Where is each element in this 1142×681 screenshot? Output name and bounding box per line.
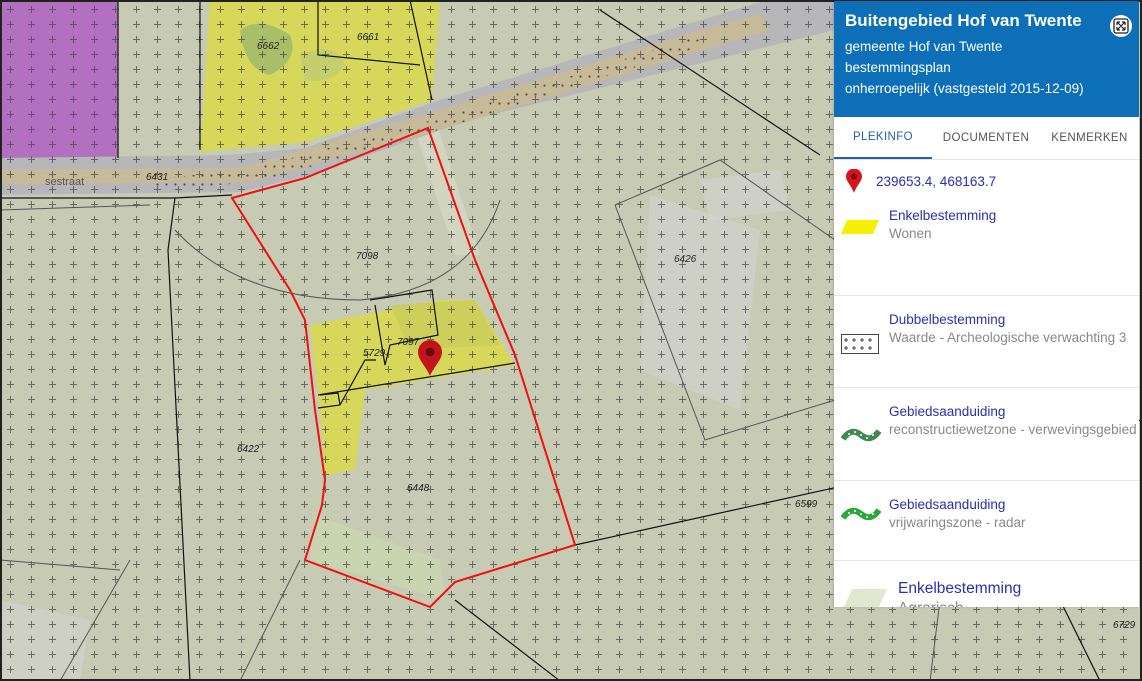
yellow-parallelogram-icon xyxy=(841,220,879,234)
parcel-label-7098: 7098 xyxy=(356,251,379,262)
parcel-label-6661: 6661 xyxy=(357,32,379,43)
parcel-label-6662: 6662 xyxy=(257,41,280,52)
plan-title: Buitengebied Hof van Twente xyxy=(845,11,1082,30)
parcel-label-7097: 7097 xyxy=(397,337,420,348)
parcel-label-6426: 6426 xyxy=(674,254,697,265)
tab-plekinfo[interactable]: PLEKINFO xyxy=(834,117,932,159)
item-value: reconstructiewetzone - verwevingsgebied xyxy=(889,422,1137,437)
info-panel: Buitengebied Hof van Twente gemeente Hof… xyxy=(834,1,1139,607)
location-pin-icon xyxy=(846,169,862,193)
green-dotted-band-icon xyxy=(841,428,881,442)
street-label: sestraat xyxy=(45,176,84,188)
plan-type: bestemmingsplan xyxy=(845,60,951,75)
item-title[interactable]: Gebiedsaanduiding xyxy=(889,496,1137,514)
item-value: Agrarisch xyxy=(898,599,1137,607)
coordinates-row: 239653.4, 468163.7 xyxy=(834,160,1139,202)
parcel-label-5729: 5729 xyxy=(363,348,386,359)
panel-tabs: PLEKINFO DOCUMENTEN KENMERKEN xyxy=(834,117,1139,160)
item-value: Wonen xyxy=(889,226,932,241)
list-item: Gebiedsaanduiding reconstructiewetzone -… xyxy=(834,388,1139,481)
tab-documenten[interactable]: DOCUMENTEN xyxy=(932,117,1040,159)
cross-hatch-box-icon xyxy=(841,334,879,354)
pale-green-parallelogram-icon xyxy=(844,589,887,607)
list-item: Enkelbestemming Wonen xyxy=(834,202,1139,296)
item-value: vrijwaringszone - radar xyxy=(889,515,1026,530)
item-title[interactable]: Gebiedsaanduiding xyxy=(889,403,1137,421)
expand-icon xyxy=(1113,18,1129,34)
coordinates[interactable]: 239653.4, 468163.7 xyxy=(876,174,996,189)
plan-status: onherroepelijk (vastgesteld 2015-12-09) xyxy=(845,81,1084,96)
parcel-label-6599: 6599 xyxy=(795,499,818,510)
parcel-label-6431: 6431 xyxy=(146,172,168,183)
item-title[interactable]: Enkelbestemming xyxy=(898,579,1137,599)
expand-button[interactable] xyxy=(1110,15,1132,37)
tab-kenmerken[interactable]: KENMERKEN xyxy=(1040,117,1139,159)
item-title[interactable]: Dubbelbestemming xyxy=(889,311,1137,329)
list-item: Dubbelbestemming Waarde - Archeologische… xyxy=(834,296,1139,388)
municipality: gemeente Hof van Twente xyxy=(845,39,1003,54)
list-item: Enkelbestemming Agrarisch xyxy=(834,561,1139,607)
parcel-label-6729: 6729 xyxy=(1113,620,1136,631)
parcel-label-6448: 6448 xyxy=(407,483,430,494)
item-title[interactable]: Enkelbestemming xyxy=(889,207,1137,225)
parcel-label-6422: 6422 xyxy=(237,444,260,455)
panel-header: Buitengebied Hof van Twente gemeente Hof… xyxy=(834,1,1139,117)
green-dotted-band-icon xyxy=(841,507,881,521)
item-value: Waarde - Archeologische verwachting 3 xyxy=(889,330,1127,345)
list-item: Gebiedsaanduiding vrijwaringszone - rada… xyxy=(834,481,1139,561)
